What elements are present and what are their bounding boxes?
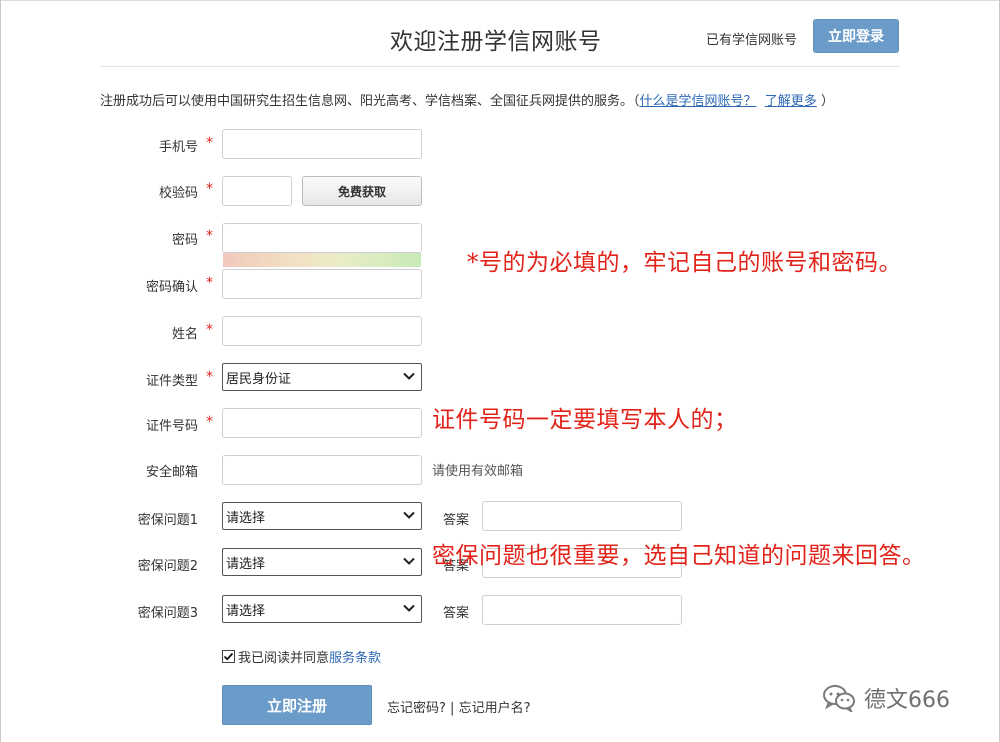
login-button[interactable]: 立即登录: [813, 19, 899, 53]
header-divider: [100, 66, 900, 67]
password-required-mark: *: [206, 228, 213, 244]
security-question-3-value: 请选择: [226, 603, 266, 619]
email-label: 安全邮箱: [145, 465, 198, 480]
checkmark-icon: [223, 652, 234, 661]
terms-agreement: 我已阅读并同意 服务条款: [222, 647, 381, 666]
name-required-mark: *: [206, 322, 213, 338]
password-input[interactable]: [222, 223, 422, 253]
chevron-down-icon: [403, 604, 415, 612]
password-confirm-label: 密码确认: [145, 280, 198, 295]
terms-link[interactable]: 服务条款: [329, 647, 381, 666]
annotation-security-note: 密保问题也很重要，选自己知道的问题来回答。: [432, 543, 926, 569]
intro-text: 注册成功后可以使用中国研究生招生信息网、阳光高考、学信档案、全国征兵网提供的服务…: [100, 90, 834, 109]
id-type-label: 证件类型: [145, 374, 198, 389]
get-code-button[interactable]: 免费获取: [302, 176, 422, 206]
code-required-mark: *: [206, 181, 213, 197]
window-left-border: [0, 0, 1, 742]
terms-checkbox[interactable]: [222, 650, 235, 663]
window-top-border: [0, 0, 1000, 1]
password-confirm-required-mark: *: [206, 275, 213, 291]
name-label: 姓名: [171, 327, 198, 342]
id-type-required-mark: *: [206, 369, 213, 385]
have-account-text: 已有学信网账号: [706, 33, 798, 48]
email-hint: 请使用有效邮箱: [432, 464, 524, 479]
chevron-down-icon: [403, 511, 415, 519]
what-is-account-link[interactable]: 什么是学信网账号？: [640, 94, 757, 109]
code-label: 校验码: [158, 186, 198, 201]
page-title: 欢迎注册学信网账号: [390, 29, 602, 55]
id-type-selected-value: 居民身份证: [226, 371, 292, 387]
security-question-2-label: 密保问题2: [137, 559, 198, 574]
watermark-text: 德文666: [864, 688, 950, 713]
intro-close-paren: ）: [820, 94, 834, 109]
phone-required-mark: *: [206, 135, 213, 151]
annotation-id-note: 证件号码一定要填写本人的；: [432, 407, 738, 433]
annotation-required-note: *号的为必填的，牢记自己的账号和密码。: [467, 250, 902, 276]
chevron-down-icon: [403, 557, 415, 565]
answer-3-label: 答案: [443, 606, 470, 621]
security-question-1-select[interactable]: 请选择: [222, 502, 422, 530]
forgot-password-link[interactable]: 忘记密码?: [387, 701, 446, 716]
phone-label: 手机号: [158, 140, 198, 155]
security-question-3-select[interactable]: 请选择: [222, 595, 422, 623]
intro-description: 注册成功后可以使用中国研究生招生信息网、阳光高考、学信档案、全国征兵网提供的服务…: [100, 94, 640, 109]
name-input[interactable]: [222, 316, 422, 346]
password-label: 密码: [171, 233, 198, 248]
wechat-icon: [823, 685, 855, 712]
forgot-username-link[interactable]: 忘记用户名?: [459, 701, 531, 716]
learn-more-link[interactable]: 了解更多: [765, 94, 817, 109]
security-question-1-label: 密保问题1: [137, 513, 198, 528]
id-type-select[interactable]: 居民身份证: [222, 363, 422, 391]
code-input[interactable]: [222, 176, 292, 206]
id-number-required-mark: *: [206, 414, 213, 430]
answer-1-input[interactable]: [482, 501, 682, 531]
forgot-links: 忘记密码? | 忘记用户名?: [387, 697, 530, 716]
forgot-separator: |: [445, 701, 459, 716]
password-confirm-input[interactable]: [222, 269, 422, 299]
security-question-2-select[interactable]: 请选择: [222, 548, 422, 576]
security-question-2-value: 请选择: [226, 556, 266, 572]
answer-3-input[interactable]: [482, 595, 682, 625]
email-input[interactable]: [222, 455, 422, 485]
answer-1-label: 答案: [443, 513, 470, 528]
terms-text: 我已阅读并同意: [238, 651, 330, 666]
chevron-down-icon: [403, 372, 415, 380]
id-number-input[interactable]: [222, 408, 422, 438]
phone-input[interactable]: [222, 129, 422, 159]
register-button[interactable]: 立即注册: [222, 685, 372, 725]
watermark: 德文666: [822, 682, 950, 714]
security-question-3-label: 密保问题3: [137, 606, 198, 621]
security-question-1-value: 请选择: [226, 510, 266, 526]
id-number-label: 证件号码: [145, 419, 198, 434]
password-strength-bar: [223, 253, 421, 267]
